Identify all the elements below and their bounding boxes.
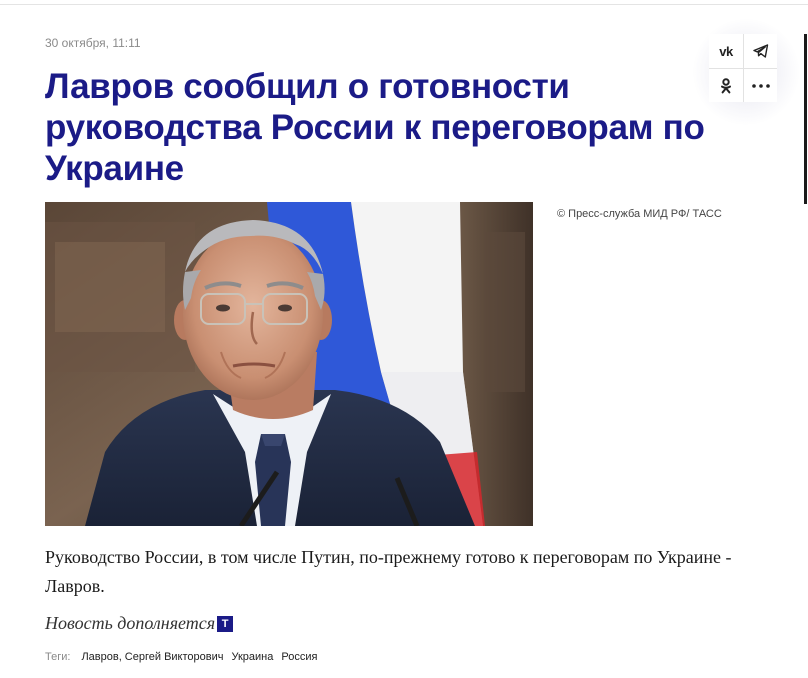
share-odnoklassniki-button[interactable] bbox=[709, 68, 743, 102]
tag-link-lavrov[interactable]: Лавров, Сергей Викторович bbox=[81, 651, 223, 663]
portrait-image bbox=[45, 202, 533, 526]
photo-credit: © Пресс-служба МИД РФ/ ТАСС bbox=[557, 208, 722, 220]
publish-date: 30 октября, 11:11 bbox=[45, 36, 141, 50]
update-note-text: Новость дополняется bbox=[45, 613, 216, 633]
odnoklassniki-icon bbox=[721, 77, 731, 93]
vk-icon: vk bbox=[719, 43, 733, 59]
tags-label: Теги: bbox=[45, 651, 71, 663]
more-icon bbox=[751, 83, 770, 88]
tass-logo-badge: T bbox=[217, 615, 234, 632]
article-title: Лавров сообщил о готовности руководства … bbox=[45, 67, 705, 188]
telegram-icon bbox=[752, 44, 768, 58]
article-lead: Руководство России, в том числе Путин, п… bbox=[45, 547, 732, 596]
share-panel: vk bbox=[709, 34, 777, 102]
tags-row: Теги: Лавров, Сергей Викторович Украина … bbox=[45, 651, 325, 663]
tag-link-ukraine[interactable]: Украина bbox=[231, 651, 273, 663]
share-vk-button[interactable]: vk bbox=[709, 34, 743, 68]
article-page: 30 октября, 11:11 Лавров сообщил о готов… bbox=[0, 0, 808, 678]
top-divider bbox=[0, 4, 808, 5]
update-note: Новость дополняется T bbox=[45, 613, 234, 634]
tag-link-russia[interactable]: Россия bbox=[281, 651, 317, 663]
article-photo bbox=[45, 202, 533, 526]
share-more-button[interactable] bbox=[743, 68, 777, 102]
share-telegram-button[interactable] bbox=[743, 34, 777, 68]
scrollbar-thumb[interactable] bbox=[804, 34, 807, 204]
